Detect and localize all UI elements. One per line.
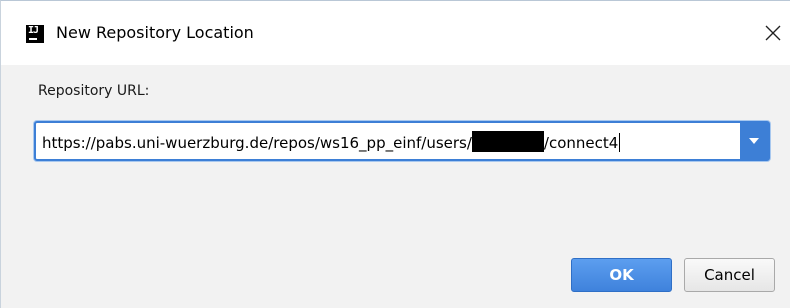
url-suffix-text: /connect4 bbox=[543, 134, 619, 152]
close-icon bbox=[765, 25, 781, 41]
intellij-idea-icon: IJ bbox=[26, 25, 44, 43]
ok-button[interactable]: OK bbox=[571, 258, 672, 292]
url-prefix-text: https://pabs.uni-wuerzburg.de/repos/ws16… bbox=[42, 134, 472, 152]
repository-url-combobox[interactable]: https://pabs.uni-wuerzburg.de/repos/ws16… bbox=[34, 121, 770, 161]
text-cursor bbox=[619, 133, 621, 152]
repository-url-label: Repository URL: bbox=[38, 83, 150, 99]
dropdown-arrow-button[interactable] bbox=[740, 123, 768, 159]
close-button[interactable] bbox=[757, 17, 789, 49]
app-icon-bar bbox=[29, 38, 37, 40]
title-bar: IJ New Repository Location bbox=[1, 1, 790, 65]
redacted-username-block bbox=[471, 131, 544, 152]
dialog-title: New Repository Location bbox=[56, 23, 254, 42]
app-icon-glyph: IJ bbox=[28, 25, 39, 36]
new-repository-location-dialog: IJ New Repository Location Repository UR… bbox=[0, 0, 790, 308]
repository-url-input[interactable]: https://pabs.uni-wuerzburg.de/repos/ws16… bbox=[42, 131, 732, 153]
chevron-down-icon bbox=[749, 138, 759, 144]
cancel-button[interactable]: Cancel bbox=[684, 258, 775, 292]
